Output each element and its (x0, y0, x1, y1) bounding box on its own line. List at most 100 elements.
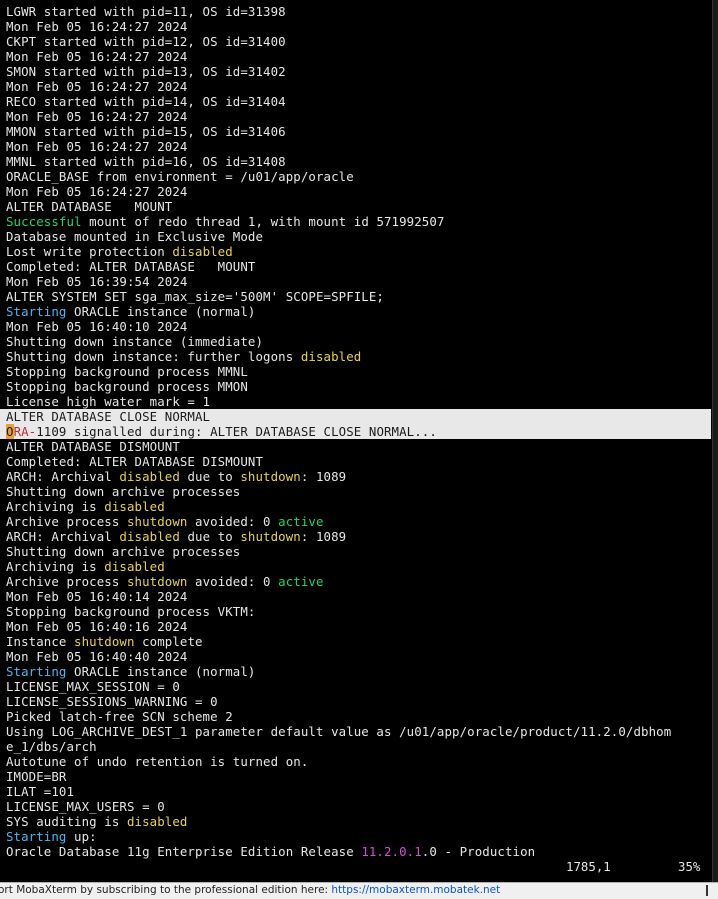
terminal-text-segment: complete (134, 634, 203, 649)
terminal-line: Stopping background process VKTM: (6, 604, 712, 619)
terminal-text-segment: : 1089 (300, 529, 347, 544)
terminal-text-segment: shutdown (240, 469, 301, 484)
terminal-window[interactable]: LGWR started with pid=11, OS id=31398 Mon… (0, 0, 712, 882)
terminal-text-segment: shutdown (74, 634, 135, 649)
terminal-line: Shutting down archive processes (6, 484, 712, 499)
terminal-text-segment: up: (66, 829, 97, 844)
terminal-text-segment: Stopping background process MMNL (6, 364, 248, 379)
cursor-position: 1785,1 (566, 859, 611, 874)
terminal-text-segment: Starting (6, 829, 67, 844)
terminal-text-segment: ORACLE instance (normal) (66, 304, 256, 319)
terminal-text-segment: ALTER DATABASE MOUNT (6, 199, 173, 214)
terminal-text-segment: Shutting down archive processes (6, 544, 241, 559)
terminal-line: ARCH: Archival disabled due to shutdown:… (6, 529, 712, 544)
terminal-text-segment: Mon Feb 05 16:40:40 2024 (6, 649, 188, 664)
terminal-text-segment: disabled (119, 469, 180, 484)
terminal-line: ALTER DATABASE MOUNT (6, 199, 712, 214)
terminal-text-segment: Starting (6, 664, 67, 679)
terminal-line: ORACLE_BASE from environment = /u01/app/… (6, 169, 712, 184)
terminal-line: ALTER DATABASE CLOSE NORMAL (0, 409, 711, 424)
terminal-text-segment: ORACLE instance (normal) (66, 664, 256, 679)
terminal-text-segment: Shutting down instance: further logons (6, 349, 301, 364)
terminal-text-segment: mount of redo thread 1, with mount id 57… (81, 214, 445, 229)
terminal-line: Mon Feb 05 16:40:14 2024 (6, 589, 712, 604)
terminal-text-segment: Stopping background process MMON (6, 379, 248, 394)
terminal-text-segment: License high water mark = 1 (6, 394, 211, 409)
terminal-output[interactable]: LGWR started with pid=11, OS id=31398 Mon… (0, 4, 712, 859)
terminal-text-segment: SYS auditing is (6, 814, 127, 829)
terminal-text-segment: Shutting down instance (immediate) (6, 334, 264, 349)
terminal-line: Successful mount of redo thread 1, with … (6, 214, 712, 229)
terminal-text-segment: CKPT started with pid=12, OS id=31400 (6, 34, 286, 49)
terminal-line: Shutting down archive processes (6, 544, 712, 559)
terminal-line: Using LOG_ARCHIVE_DEST_1 parameter defau… (6, 724, 712, 739)
terminal-line: LICENSE_MAX_SESSION = 0 (6, 679, 712, 694)
terminal-line: LGWR started with pid=11, OS id=31398 (6, 4, 712, 19)
scroll-percent: 35% (678, 859, 701, 874)
terminal-text-segment: Picked latch-free SCN scheme 2 (6, 709, 233, 724)
terminal-line: Mon Feb 05 16:39:54 2024 (6, 274, 712, 289)
terminal-text-segment: due to (179, 529, 241, 544)
terminal-text-segment: disabled (119, 529, 180, 544)
terminal-line: ORA-1109 signalled during: ALTER DATABAS… (0, 424, 711, 439)
terminal-text-segment: ARCH: Archival (6, 529, 120, 544)
terminal-text-segment: ALTER SYSTEM SET sga_max_size='500M' SCO… (6, 289, 384, 304)
terminal-text-segment: Mon Feb 05 16:40:16 2024 (6, 619, 188, 634)
resize-grip-icon[interactable] (706, 885, 716, 896)
terminal-text-segment: ILAT =101 (6, 784, 75, 799)
terminal-text-segment: shutdown (126, 574, 188, 589)
mobaxterm-status-bar: ort MobaXterm by subscribing to the prof… (0, 882, 718, 899)
terminal-text-segment: Completed: ALTER DATABASE DISMOUNT (6, 454, 264, 469)
terminal-line: Completed: ALTER DATABASE DISMOUNT (6, 454, 712, 469)
terminal-text-segment: active (278, 514, 324, 529)
terminal-line: Completed: ALTER DATABASE MOUNT (6, 259, 712, 274)
terminal-line: Starting ORACLE instance (normal) (6, 304, 712, 319)
terminal-text-segment: disabled (126, 814, 188, 829)
terminal-text-segment: Mon Feb 05 16:24:27 2024 (6, 184, 188, 199)
terminal-text-segment: Archiving is (6, 499, 105, 514)
terminal-line: License high water mark = 1 (6, 394, 712, 409)
terminal-line: Stopping background process MMON (6, 379, 712, 394)
terminal-text-segment: Archiving is (6, 559, 105, 574)
footer-link[interactable]: https://mobaxterm.mobatek.net (331, 884, 500, 896)
terminal-text-segment: SMON started with pid=13, OS id=31402 (6, 64, 286, 79)
terminal-text-segment: LICENSE_SESSIONS_WARNING = 0 (6, 694, 218, 709)
terminal-line: Mon Feb 05 16:24:27 2024 (6, 184, 712, 199)
terminal-line: Database mounted in Exclusive Mode (6, 229, 712, 244)
terminal-text-segment: LGWR started with pid=11, OS id=31398 (6, 4, 286, 19)
terminal-text-segment: Autotune of undo retention is turned on. (6, 754, 309, 769)
terminal-text-segment: disabled (104, 559, 165, 574)
terminal-line: SYS auditing is disabled (6, 814, 712, 829)
terminal-line: Mon Feb 05 16:24:27 2024 (6, 139, 712, 154)
terminal-line: ARCH: Archival disabled due to shutdown:… (6, 469, 712, 484)
terminal-text-segment: Archive process (6, 514, 127, 529)
terminal-line: LICENSE_SESSIONS_WARNING = 0 (6, 694, 712, 709)
terminal-text-segment: RECO started with pid=14, OS id=31404 (6, 94, 286, 109)
terminal-line: Mon Feb 05 16:24:27 2024 (6, 19, 712, 34)
terminal-line: ALTER SYSTEM SET sga_max_size='500M' SCO… (6, 289, 712, 304)
terminal-text-segment: ALTER DATABASE CLOSE NORMAL (6, 409, 211, 424)
terminal-text-segment: Mon Feb 05 16:24:27 2024 (6, 49, 188, 64)
terminal-text-segment: MMNL started with pid=16, OS id=31408 (6, 154, 286, 169)
terminal-text-segment: Database mounted in Exclusive Mode (6, 229, 264, 244)
terminal-line: Stopping background process MMNL (6, 364, 712, 379)
terminal-line: Archiving is disabled (6, 499, 712, 514)
terminal-line: Starting up: (6, 829, 712, 844)
terminal-line: Mon Feb 05 16:40:16 2024 (6, 619, 712, 634)
terminal-text-segment: ARCH: Archival (6, 469, 120, 484)
terminal-line: RECO started with pid=14, OS id=31404 (6, 94, 712, 109)
terminal-scrollbar[interactable] (712, 0, 718, 882)
terminal-line: Mon Feb 05 16:24:27 2024 (6, 79, 712, 94)
terminal-line: Lost write protection disabled (6, 244, 712, 259)
terminal-text-segment: avoided: 0 (187, 514, 279, 529)
terminal-text-segment: Archive process (6, 574, 127, 589)
terminal-text-segment: Mon Feb 05 16:40:10 2024 (6, 319, 188, 334)
terminal-line: Mon Feb 05 16:40:40 2024 (6, 649, 712, 664)
terminal-line: Mon Feb 05 16:40:10 2024 (6, 319, 712, 334)
terminal-line: MMON started with pid=15, OS id=31406 (6, 124, 712, 139)
terminal-line: Shutting down instance (immediate) (6, 334, 712, 349)
terminal-line: ALTER DATABASE DISMOUNT (6, 439, 712, 454)
terminal-text-segment: disabled (172, 244, 233, 259)
terminal-text-segment: : 1089 (300, 469, 347, 484)
terminal-line: Starting ORACLE instance (normal) (6, 664, 712, 679)
